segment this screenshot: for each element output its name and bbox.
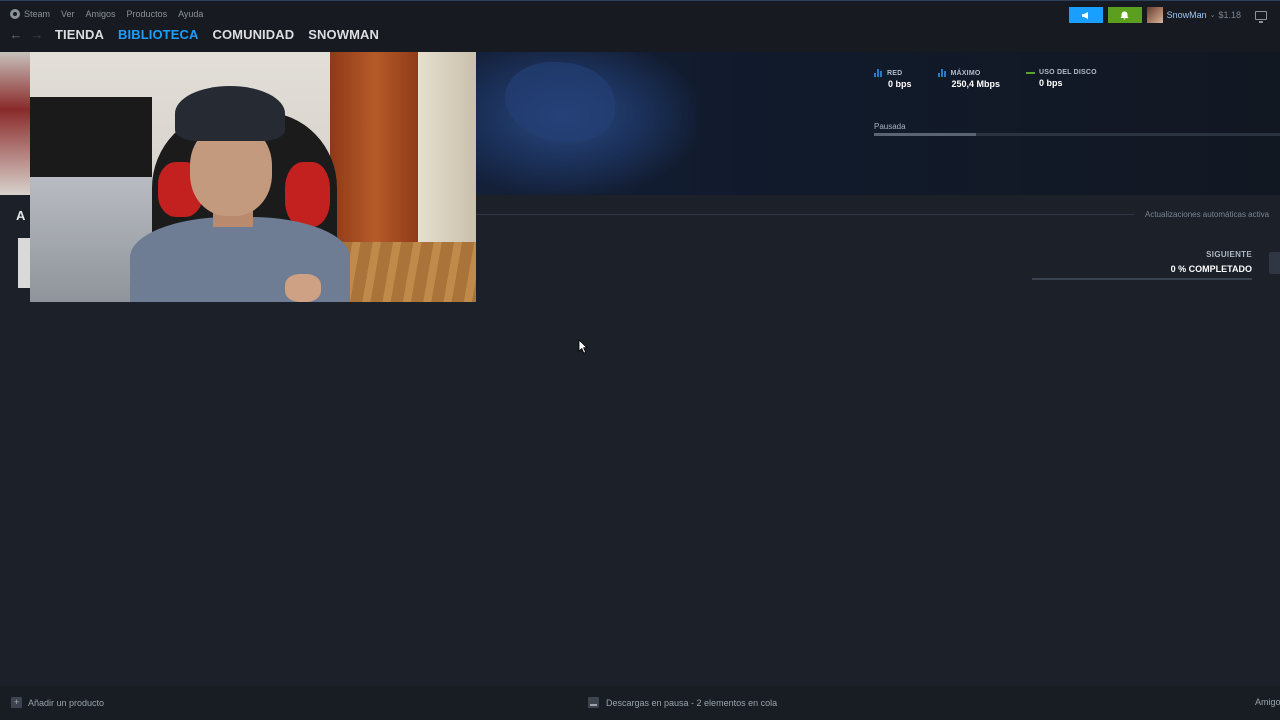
tab-comunidad[interactable]: COMUNIDAD <box>212 27 294 42</box>
stat-peak-label: MÁXIMO <box>950 69 981 77</box>
announcements-button[interactable] <box>1068 7 1103 23</box>
steam-logo-icon[interactable] <box>10 9 20 19</box>
megaphone-icon <box>1081 11 1088 19</box>
main-tabs: TIENDA BIBLIOTECA COMUNIDAD SNOWMAN <box>55 27 379 42</box>
download-progress-bar <box>874 133 1280 136</box>
up-next-progress: 0 % COMPLETADO <box>1170 264 1252 274</box>
stat-disk-value: 0 bps <box>1039 78 1063 88</box>
notifications-button[interactable] <box>1107 7 1142 23</box>
stat-network-label: RED <box>887 69 903 77</box>
avatar[interactable] <box>1146 7 1163 23</box>
stat-network: RED 0 bps <box>874 69 912 89</box>
bar-graph-icon <box>874 69 882 77</box>
game-art-strip <box>0 52 30 195</box>
downloads-status-label: Descargas en pausa - 2 elementos en cola <box>606 697 778 708</box>
webcam-door-frame <box>418 52 476 252</box>
webcam-door <box>330 52 420 247</box>
menu-item-productos[interactable]: Productos <box>127 9 168 19</box>
menu-item-ver[interactable]: Ver <box>61 9 75 19</box>
add-product-label: Añadir un producto <box>28 697 105 708</box>
back-arrow-icon[interactable]: ← <box>8 26 24 42</box>
up-next-progress-bar <box>1032 278 1252 280</box>
up-next-label: SIGUIENTE <box>1206 250 1252 259</box>
bar-graph-icon <box>937 69 946 77</box>
friends-chat-button[interactable]: Amigo <box>1255 697 1280 707</box>
stat-peak-value: 250,4 Mbps <box>951 79 1001 89</box>
menu-item-amigos[interactable]: Amigos <box>86 9 116 19</box>
queue-item-thumbnail[interactable] <box>18 238 30 288</box>
bottom-bar: + Añadir un producto Descargas en pausa … <box>0 686 1280 720</box>
move-up-button[interactable] <box>1269 252 1280 274</box>
webcam-person-hand <box>285 274 321 302</box>
tab-tienda[interactable]: TIENDA <box>55 27 104 42</box>
download-status-label: Pausada <box>874 122 906 131</box>
bell-icon <box>1120 11 1129 19</box>
section-divider <box>476 214 1134 215</box>
disk-line-icon <box>1026 71 1036 74</box>
menu-item-ayuda[interactable]: Ayuda <box>178 9 203 19</box>
stat-peak: MÁXIMO 250,4 Mbps <box>937 69 1001 89</box>
big-picture-icon[interactable] <box>1255 10 1267 23</box>
stat-disk: USO DEL DISCO 0 bps <box>1026 69 1097 89</box>
download-icon <box>588 697 599 708</box>
account-area: SnowMan ⌄ $1.18 <box>1068 6 1280 24</box>
stat-disk-label: USO DEL DISCO <box>1039 69 1097 76</box>
mouse-cursor-icon <box>578 339 588 354</box>
downloads-status-button[interactable]: Descargas en pausa - 2 elementos en cola <box>588 697 777 708</box>
tab-biblioteca[interactable]: BIBLIOTECA <box>118 27 198 42</box>
webcam-overlay <box>30 52 476 302</box>
chevron-down-icon[interactable]: ⌄ <box>1210 11 1216 19</box>
auto-updates-label[interactable]: Actualizaciones automáticas activa <box>1145 210 1269 219</box>
forward-arrow-icon[interactable]: → <box>29 26 45 42</box>
download-stats: RED 0 bps MÁXIMO 250,4 Mbps USO DEL DISC… <box>874 69 1123 89</box>
menu-bar: Steam Ver Amigos Productos Ayuda <box>10 7 214 21</box>
webcam-chair-accent <box>285 162 330 227</box>
nav-row: ← → TIENDA BIBLIOTECA COMUNIDAD SNOWMAN <box>8 25 379 43</box>
top-bar: Steam Ver Amigos Productos Ayuda ← → TIE… <box>0 0 1280 52</box>
webcam-person-cap <box>175 86 285 141</box>
username[interactable]: SnowMan <box>1167 10 1207 20</box>
webcam-headboard <box>30 97 152 187</box>
tab-snowman[interactable]: SNOWMAN <box>308 27 379 42</box>
add-product-button[interactable]: + Añadir un producto <box>11 697 104 708</box>
plus-icon: + <box>11 697 22 708</box>
section-heading: A <box>16 208 26 223</box>
stat-network-value: 0 bps <box>888 79 912 89</box>
download-progress-fill <box>874 133 976 136</box>
wallet-balance: $1.18 <box>1218 10 1241 20</box>
menu-item-steam[interactable]: Steam <box>24 9 50 19</box>
